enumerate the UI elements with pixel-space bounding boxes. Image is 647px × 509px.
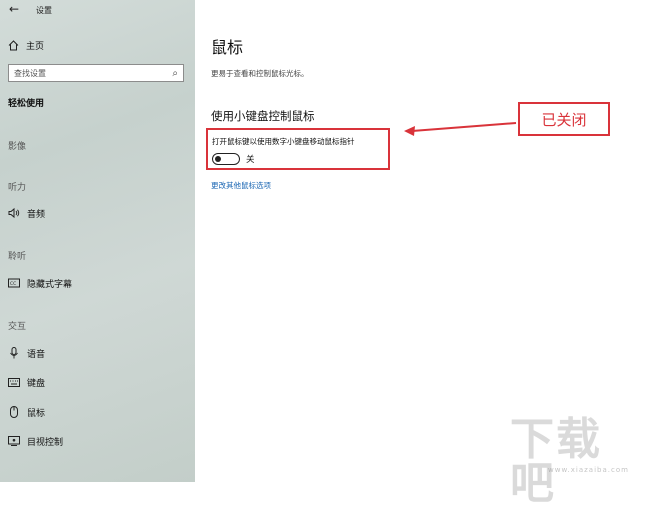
home-icon <box>8 39 19 50</box>
sidebar-group-heading: 聆听 <box>8 252 27 262</box>
sidebar-item-keyboard[interactable]: 键盘 <box>8 374 45 390</box>
sidebar-group-heading: 影像 <box>8 142 27 152</box>
toggle-knob <box>215 155 221 162</box>
watermark-logo: 下载吧 <box>510 414 602 509</box>
sidebar-item-label: 音频 <box>27 209 46 220</box>
sidebar-item-mouse[interactable]: 鼠标 <box>8 404 45 420</box>
back-arrow-icon[interactable]: ← <box>9 2 19 16</box>
search-icon[interactable]: ⌕ <box>172 68 178 79</box>
sidebar-item-eye-control[interactable]: 目视控制 <box>8 433 63 449</box>
toggle-state-text: 关 <box>246 155 255 165</box>
search-input[interactable] <box>14 68 154 78</box>
microphone-icon <box>8 347 20 359</box>
closed-caption-icon: CC <box>8 277 20 289</box>
sidebar-item-closed-captions[interactable]: CC 隐藏式字幕 <box>8 275 72 291</box>
annotation-callout: 已关闭 <box>518 102 610 136</box>
sidebar-item-label: 主页 <box>26 41 45 52</box>
speaker-icon <box>8 207 20 219</box>
title-bar: ← 设置 <box>0 0 195 22</box>
sidebar-item-speech[interactable]: 语音 <box>8 345 45 361</box>
app-title: 设置 <box>36 6 52 15</box>
watermark-url: www.xiazaiba.com <box>548 466 629 474</box>
sidebar-item-label: 目视控制 <box>27 437 64 448</box>
sidebar-item-label: 隐藏式字幕 <box>27 279 73 290</box>
mouse-keys-toggle[interactable] <box>212 153 240 165</box>
sidebar-item-label: 鼠标 <box>27 408 46 419</box>
sidebar-group-heading: 听力 <box>8 183 27 193</box>
page-title: 鼠标 <box>211 38 244 57</box>
keyboard-icon <box>8 376 20 388</box>
sidebar-item-label: 语音 <box>27 349 46 360</box>
sidebar-item-label: 键盘 <box>27 378 46 389</box>
svg-text:CC: CC <box>10 281 16 287</box>
sidebar: ← 设置 主页 ⌕ 轻松使用 影像 听力 音频 聆听 CC 隐藏式字幕 交互 语… <box>0 0 195 482</box>
sidebar-item-home[interactable]: 主页 <box>8 37 44 53</box>
section-title: 使用小键盘控制鼠标 <box>211 109 315 123</box>
sidebar-item-audio[interactable]: 音频 <box>8 205 45 221</box>
search-box[interactable]: ⌕ <box>8 64 184 82</box>
main-content: 鼠标 更易于查看和控制鼠标光标。 使用小键盘控制鼠标 打开鼠标键以使用数字小键盘… <box>195 0 647 482</box>
mouse-keys-toggle-label: 打开鼠标键以使用数字小键盘移动鼠标指针 <box>212 137 355 146</box>
sidebar-group-heading: 交互 <box>8 322 27 332</box>
eye-control-icon <box>8 435 20 447</box>
sidebar-section-title: 轻松使用 <box>8 99 45 109</box>
page-description: 更易于查看和控制鼠标光标。 <box>211 69 309 78</box>
more-mouse-options-link[interactable]: 更改其他鼠标选项 <box>211 180 271 191</box>
mouse-icon <box>8 406 20 418</box>
